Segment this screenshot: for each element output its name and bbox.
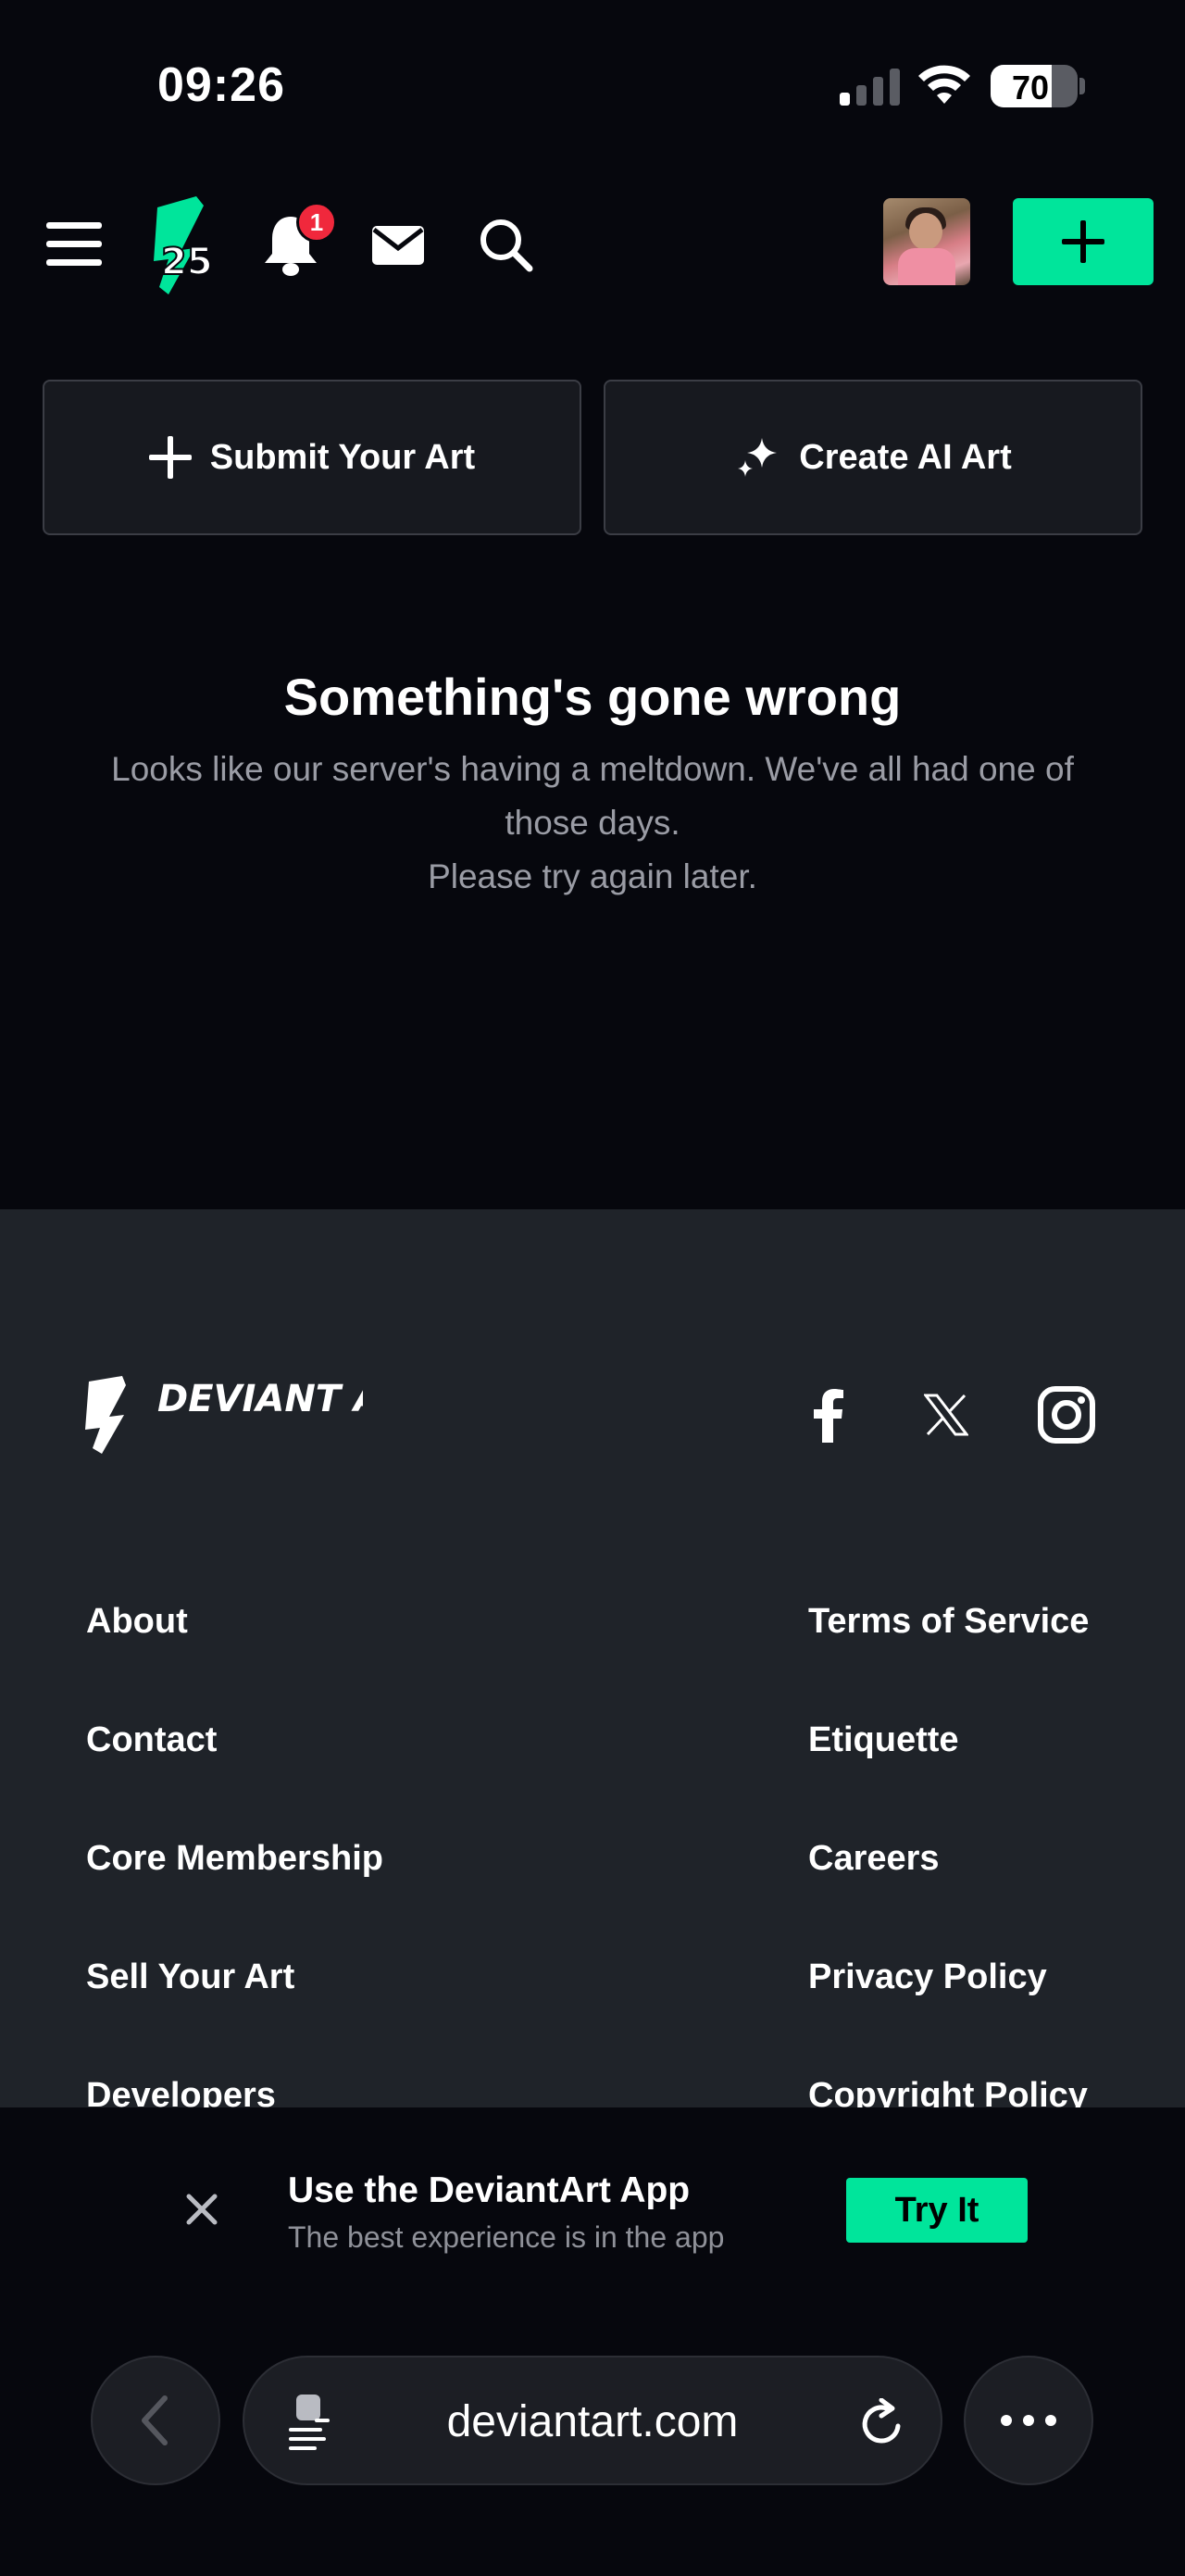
banner-title: Use the DeviantArt App: [288, 2170, 691, 2210]
x-icon[interactable]: [913, 1382, 979, 1448]
back-button[interactable]: [91, 2356, 220, 2485]
create-ai-art-button[interactable]: Create AI Art: [604, 380, 1142, 535]
footer-link-terms-of-service[interactable]: Terms of Service: [808, 1602, 1089, 1642]
footer-link-core-membership[interactable]: Core Membership: [86, 1839, 383, 1879]
cellular-signal-icon: [840, 65, 901, 106]
reload-icon[interactable]: [855, 2398, 907, 2450]
svg-text:25: 25: [161, 241, 213, 283]
address-bar[interactable]: deviantart.com: [243, 2356, 942, 2485]
notification-count-badge: 1: [296, 202, 337, 243]
error-line-3: Please try again later.: [428, 857, 757, 895]
footer-link-etiquette[interactable]: Etiquette: [808, 1720, 959, 1760]
create-ai-art-label: Create AI Art: [799, 437, 1012, 477]
footer-link-careers[interactable]: Careers: [808, 1839, 940, 1879]
facebook-icon[interactable]: [794, 1382, 861, 1448]
browser-toolbar: deviantart.com: [0, 2293, 1185, 2576]
wifi-icon: [918, 65, 970, 104]
battery-nub: [1079, 78, 1085, 94]
error-message: Looks like our server's having a meltdow…: [56, 743, 1129, 904]
menu-icon[interactable]: [44, 219, 104, 270]
plus-icon: [1062, 220, 1104, 263]
app-promo-banner: Use the DeviantArt App The best experien…: [0, 2107, 1185, 2293]
error-title: Something's gone wrong: [283, 668, 902, 726]
status-time: 09:26: [157, 58, 285, 112]
top-navigation: 25 1: [0, 176, 1185, 315]
banner-subtitle: The best experience is in the app: [288, 2220, 725, 2254]
plus-icon: [148, 436, 192, 479]
submit-your-art-label: Submit Your Art: [209, 437, 476, 477]
error-line-2: those days.: [505, 804, 680, 842]
deviantart-25-logo-icon[interactable]: 25: [148, 194, 218, 296]
create-plus-button[interactable]: [1013, 198, 1154, 285]
sparkle-icon: [738, 438, 778, 477]
search-icon[interactable]: [476, 215, 535, 274]
mail-icon[interactable]: [368, 220, 428, 270]
try-it-button[interactable]: Try It: [846, 2178, 1028, 2243]
battery-icon: 70: [991, 65, 1078, 107]
footer-link-about[interactable]: About: [86, 1602, 188, 1642]
user-avatar[interactable]: [883, 198, 970, 285]
logo-text: DEVIANT ART: [157, 1378, 363, 1420]
status-bar: 09:26 70: [0, 0, 1185, 176]
close-icon[interactable]: [181, 2189, 222, 2230]
more-options-button[interactable]: [964, 2356, 1093, 2485]
footer-link-privacy-policy[interactable]: Privacy Policy: [808, 1957, 1047, 1997]
site-footer: DEVIANT ART About Contact Core Membershi…: [0, 1209, 1185, 2115]
error-line-1: Looks like our server's having a meltdow…: [111, 750, 1074, 788]
instagram-icon[interactable]: [1033, 1382, 1100, 1448]
deviantart-logo[interactable]: DEVIANT ART: [85, 1376, 363, 1457]
chevron-left-icon: [142, 2395, 168, 2445]
more-dots-icon: [1001, 2415, 1056, 2426]
footer-link-sell-your-art[interactable]: Sell Your Art: [86, 1957, 294, 1997]
battery-level: 70: [1011, 69, 1050, 106]
url-text: deviantart.com: [446, 2397, 739, 2446]
footer-link-contact[interactable]: Contact: [86, 1720, 217, 1760]
submit-your-art-button[interactable]: Submit Your Art: [43, 380, 581, 535]
